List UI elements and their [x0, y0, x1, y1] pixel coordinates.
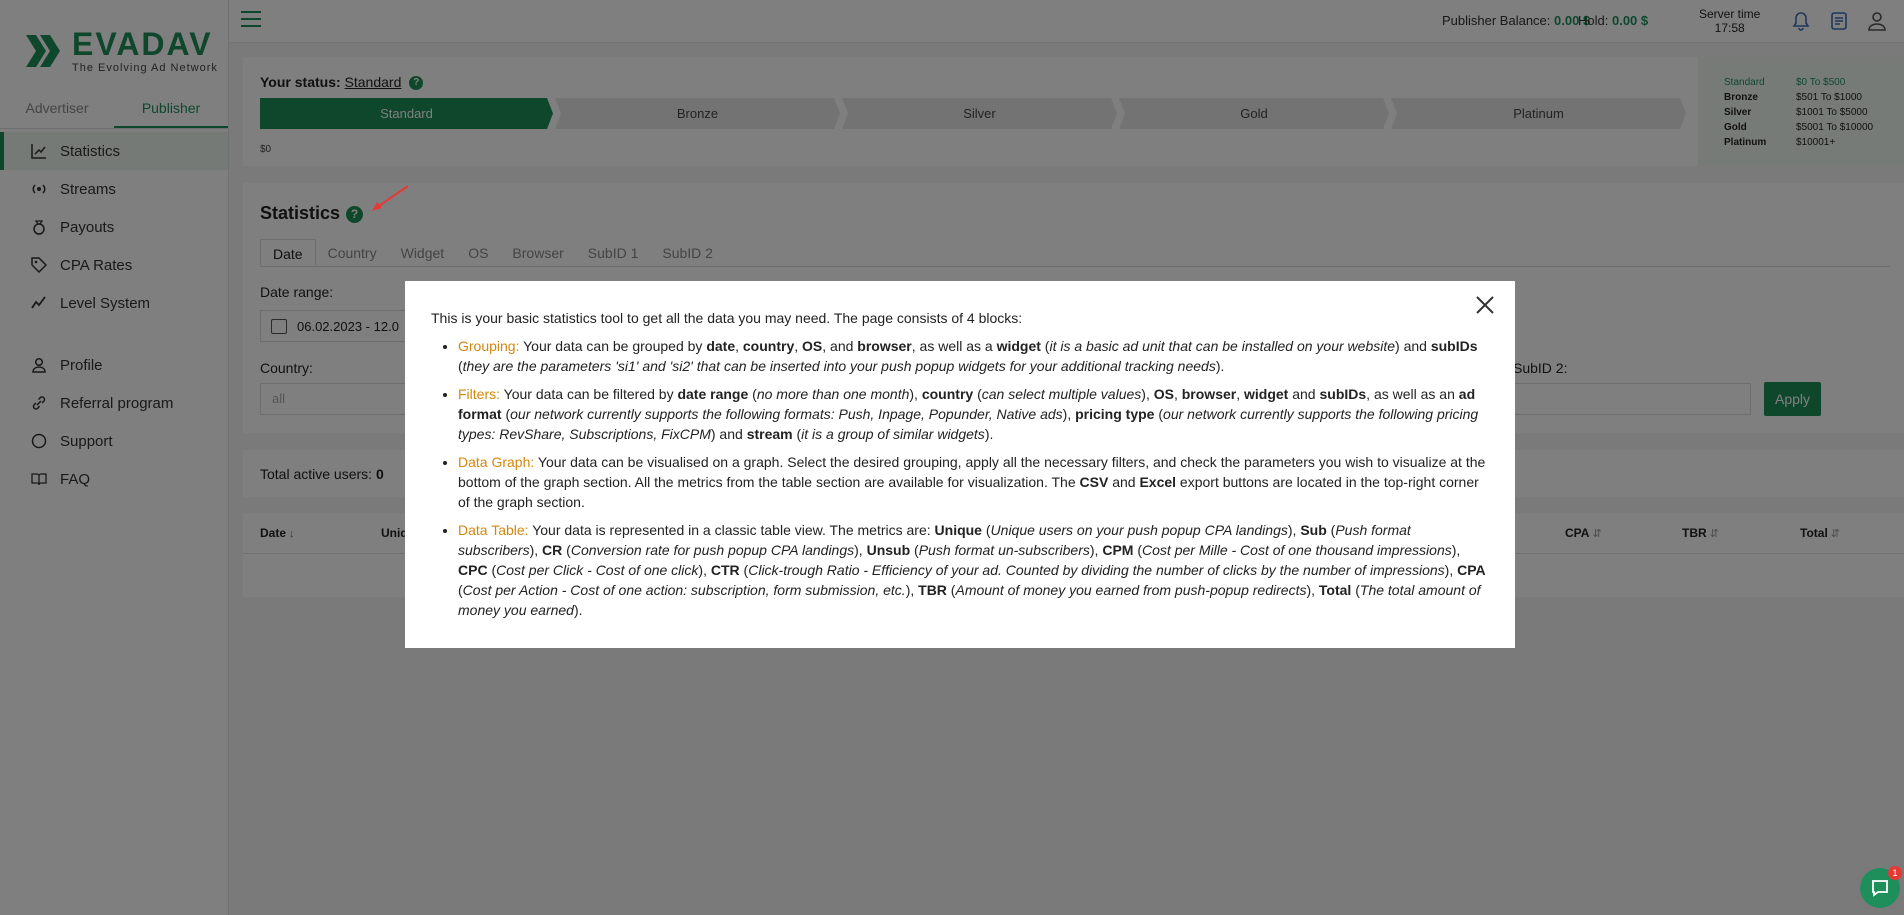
modal-item-graph: Data Graph: Your data can be visualised …: [458, 452, 1489, 512]
chat-icon: [1872, 880, 1888, 897]
close-icon[interactable]: [1473, 293, 1497, 317]
modal-item-grouping: Grouping: Your data can be grouped by da…: [458, 336, 1489, 376]
modal-item-table: Data Table: Your data is represented in …: [458, 520, 1489, 620]
modal-intro: This is your basic statistics tool to ge…: [431, 310, 1023, 326]
annotation-arrow-icon: [370, 184, 410, 214]
modal-item-filters: Filters: Your data can be filtered by da…: [458, 384, 1489, 444]
modal-list: Grouping: Your data can be grouped by da…: [458, 336, 1489, 620]
chat-badge: 1: [1888, 866, 1902, 880]
help-modal: This is your basic statistics tool to ge…: [405, 281, 1515, 648]
